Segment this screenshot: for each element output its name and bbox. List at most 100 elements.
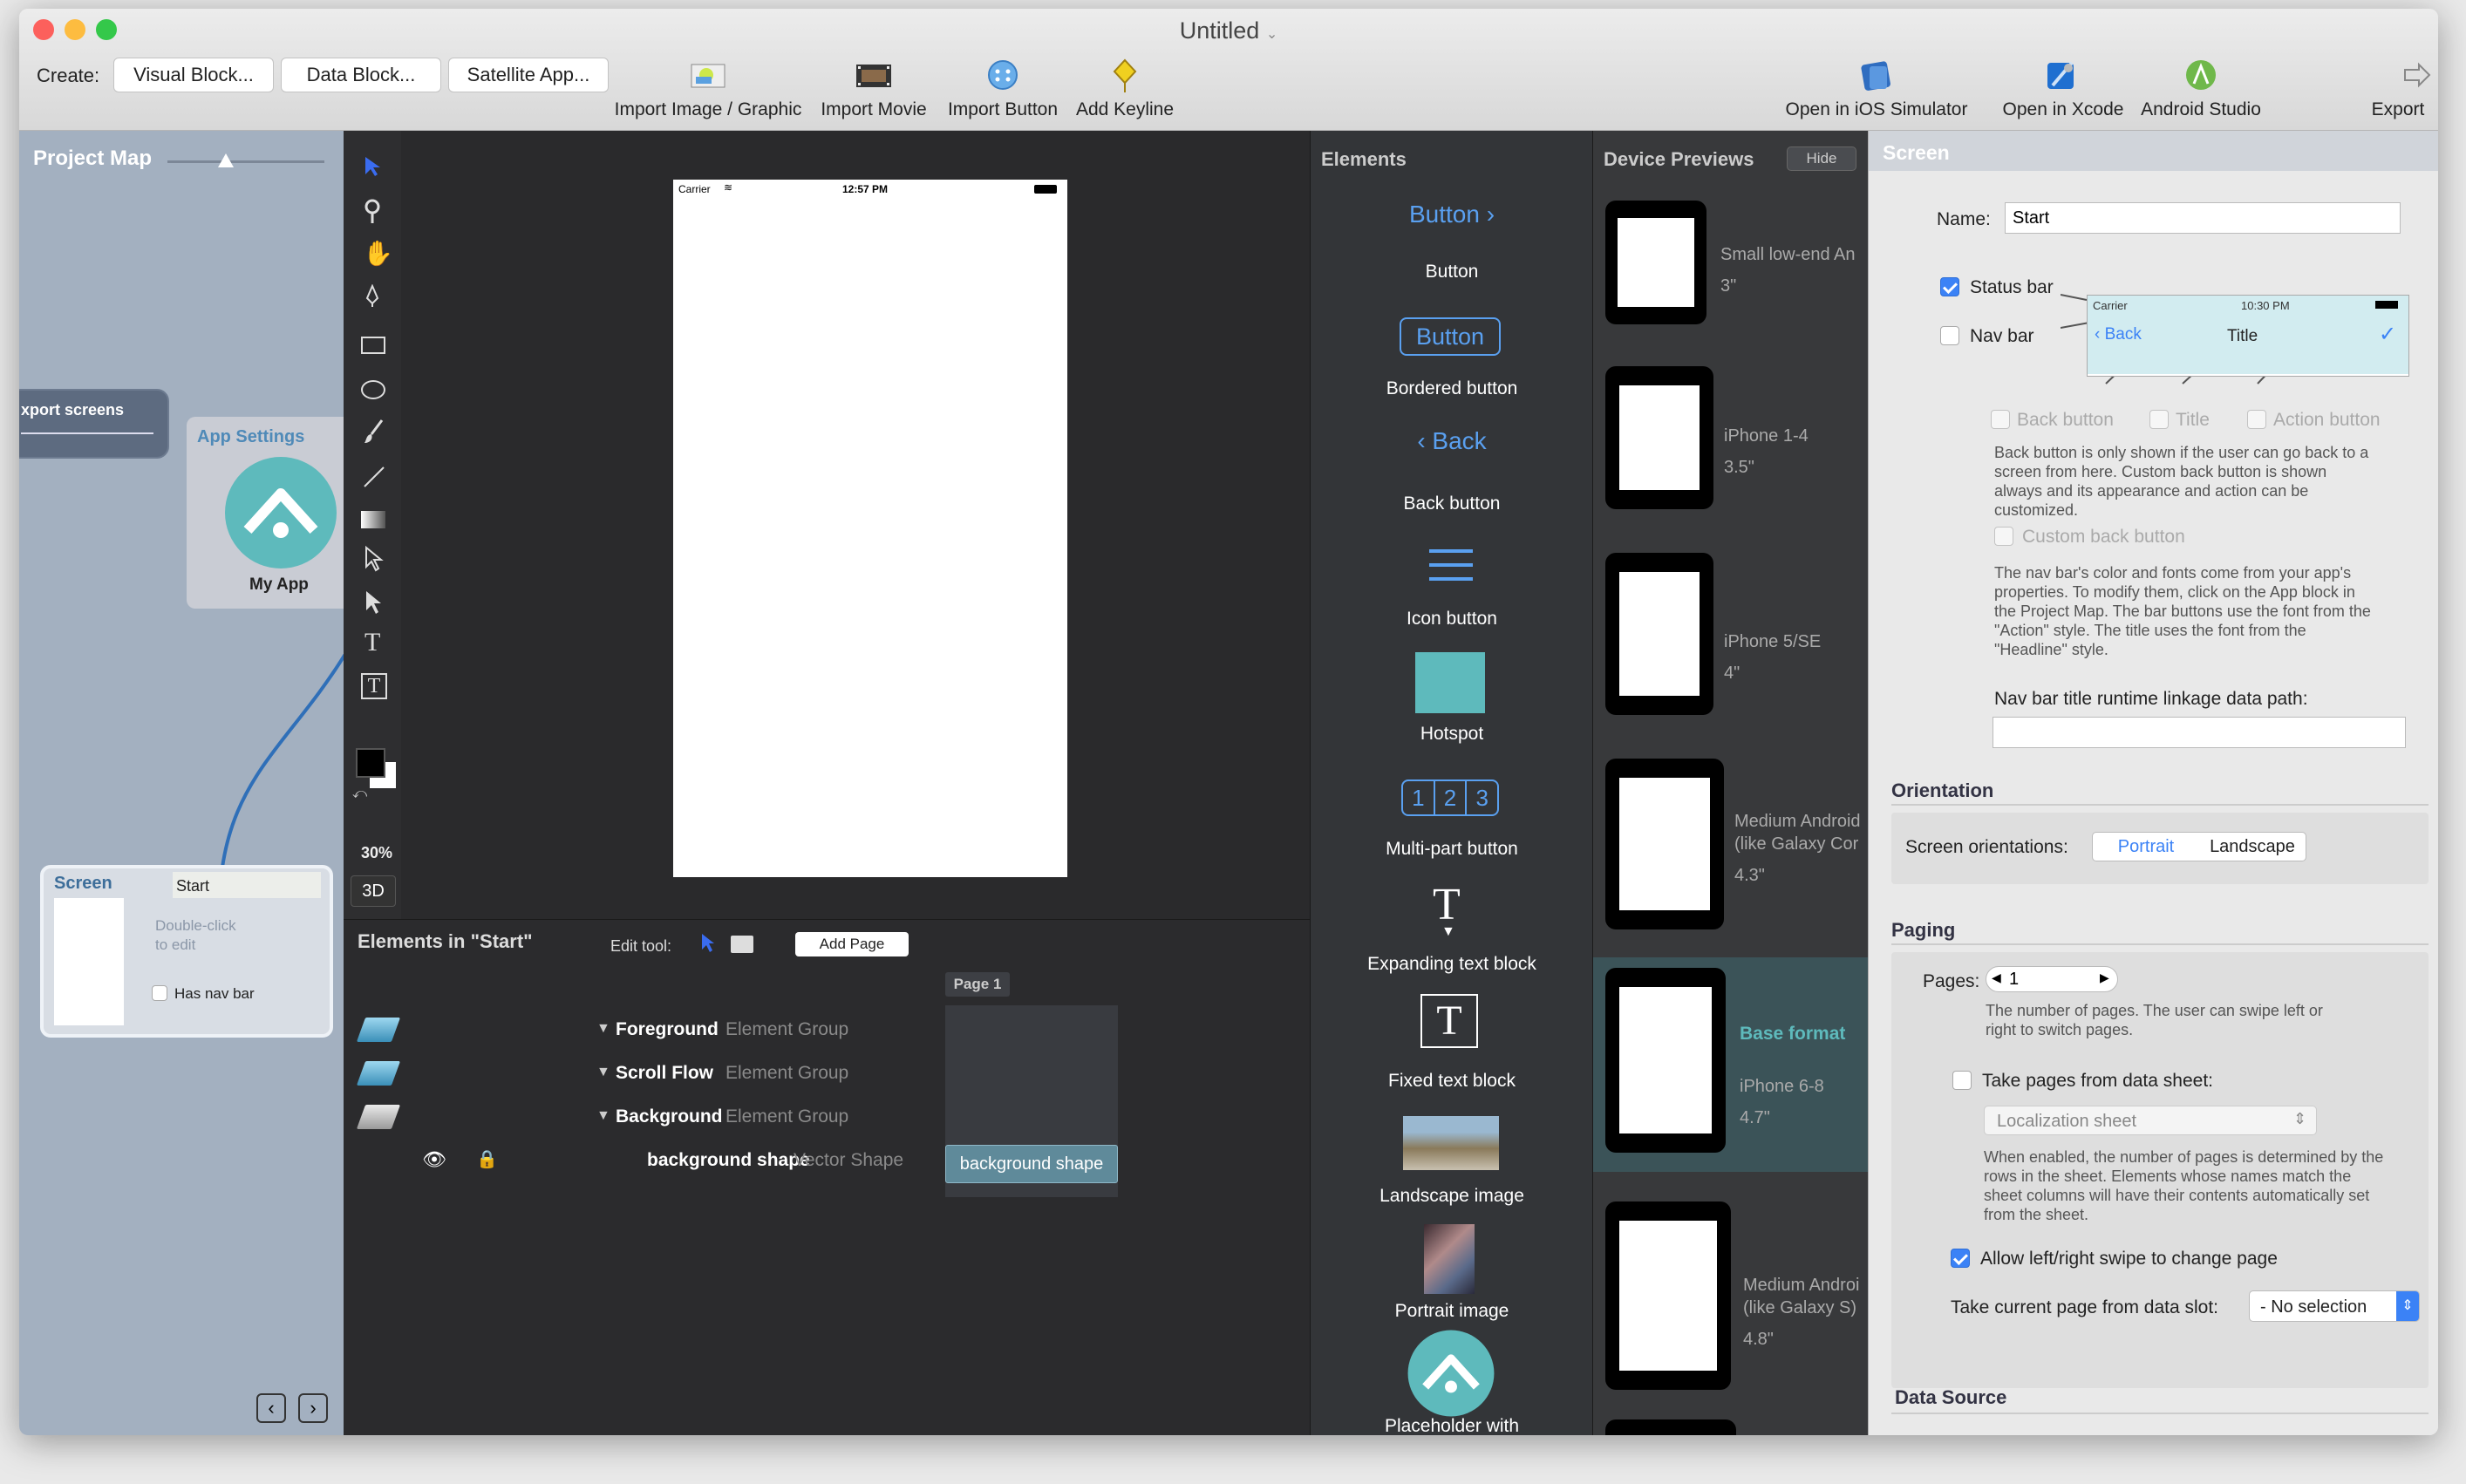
hotspot-label[interactable]: Hotspot bbox=[1311, 724, 1593, 745]
selected-element-chip[interactable]: background shape bbox=[945, 1145, 1118, 1183]
ellipse-tool-icon[interactable] bbox=[361, 380, 385, 399]
clapper-icon[interactable] bbox=[731, 936, 753, 953]
table-row[interactable]: 👁 🔒 background shape Vector Shape bbox=[396, 1148, 937, 1174]
title-checkbox[interactable] bbox=[2149, 410, 2169, 429]
project-map-panel[interactable]: Project Map xport screens App Settings M… bbox=[19, 131, 352, 1435]
page-1-header[interactable]: Page 1 bbox=[945, 972, 1010, 997]
export-screens-block[interactable] bbox=[19, 389, 169, 459]
device-preview[interactable] bbox=[1605, 201, 1706, 324]
placeholder-logo-icon[interactable] bbox=[1407, 1329, 1495, 1418]
allow-swipe-checkbox[interactable] bbox=[1951, 1249, 1970, 1268]
direct-select-icon[interactable] bbox=[363, 546, 385, 574]
device-preview[interactable] bbox=[1605, 553, 1713, 715]
custom-back-checkbox[interactable] bbox=[1994, 527, 2013, 546]
import-image-label[interactable]: Import Image / Graphic bbox=[615, 99, 802, 120]
multi-part-button-preview[interactable]: 1 2 3 bbox=[1401, 779, 1499, 816]
android-studio-icon[interactable] bbox=[2182, 58, 2220, 92]
button-preview[interactable]: Button › bbox=[1311, 201, 1593, 228]
chevron-right-icon[interactable]: › bbox=[298, 1393, 328, 1423]
data-slot-select[interactable]: - No selection ⇕ bbox=[2249, 1290, 2420, 1322]
add-page-button[interactable]: Add Page bbox=[795, 932, 909, 956]
bordered-button-label[interactable]: Bordered button bbox=[1311, 378, 1593, 399]
button-element-label[interactable]: Button bbox=[1311, 262, 1593, 283]
select-arrow-icon[interactable] bbox=[363, 155, 382, 178]
foreground-color-swatch[interactable] bbox=[356, 748, 385, 778]
brush-tool-icon[interactable] bbox=[363, 419, 385, 445]
stepper-right-icon[interactable]: ▶ bbox=[2100, 970, 2109, 985]
text-tool-icon[interactable]: T bbox=[364, 628, 380, 657]
action-button-checkbox[interactable] bbox=[2247, 410, 2266, 429]
hide-previews-button[interactable]: Hide bbox=[1787, 146, 1856, 171]
hotspot-preview[interactable] bbox=[1415, 652, 1485, 713]
hamburger-menu-icon[interactable] bbox=[1427, 546, 1475, 584]
landscape-image-thumb[interactable] bbox=[1403, 1116, 1499, 1170]
expanding-text-label[interactable]: Expanding text block bbox=[1311, 954, 1593, 975]
zoom-level[interactable]: 30% bbox=[361, 844, 392, 862]
node-select-icon[interactable] bbox=[363, 589, 385, 617]
localization-sheet-select[interactable]: Localization sheet ⇕ bbox=[1984, 1106, 2317, 1135]
up-down-chevron-icon[interactable]: ⇕ bbox=[2396, 1291, 2419, 1321]
back-button-preview[interactable]: ‹ Back bbox=[1311, 427, 1593, 455]
disclosure-triangle-icon[interactable]: ▼ bbox=[596, 1065, 610, 1080]
phone-screen-preview[interactable]: Carrier ≋ 12:57 PM bbox=[673, 180, 1067, 877]
status-bar-checkbox[interactable] bbox=[1940, 277, 1959, 296]
nav-bar-checkbox[interactable] bbox=[1940, 326, 1959, 345]
disclosure-triangle-icon[interactable]: ▼ bbox=[596, 1021, 610, 1037]
text-box-tool-icon[interactable]: T bbox=[361, 673, 387, 699]
back-button-checkbox[interactable] bbox=[1991, 410, 2010, 429]
eye-icon[interactable]: 👁 bbox=[422, 1148, 446, 1171]
ios-simulator-icon[interactable] bbox=[1857, 58, 1896, 92]
landscape-option[interactable]: Landscape bbox=[2199, 833, 2306, 861]
satellite-app-button[interactable]: Satellite App... bbox=[448, 58, 609, 92]
add-keyline-label[interactable]: Add Keyline bbox=[1076, 99, 1174, 120]
window-title[interactable]: Untitled ⌄ bbox=[19, 17, 2438, 44]
portrait-image-thumb[interactable] bbox=[1424, 1224, 1475, 1294]
film-icon[interactable] bbox=[855, 58, 893, 92]
orientation-segmented-control[interactable]: Portrait Landscape bbox=[2092, 832, 2306, 861]
3d-view-button[interactable]: 3D bbox=[351, 875, 396, 907]
fixed-text-icon[interactable]: T bbox=[1420, 994, 1478, 1048]
zoom-tool-icon[interactable] bbox=[363, 199, 382, 225]
line-tool-icon[interactable] bbox=[363, 466, 385, 488]
import-button-label[interactable]: Import Button bbox=[948, 99, 1058, 120]
hand-tool-icon[interactable]: ✋ bbox=[363, 239, 393, 268]
nav-path-input[interactable] bbox=[1993, 717, 2406, 748]
device-preview[interactable] bbox=[1605, 1201, 1731, 1390]
import-movie-label[interactable]: Import Movie bbox=[821, 99, 926, 120]
landscape-image-label[interactable]: Landscape image bbox=[1311, 1186, 1593, 1207]
android-studio-label[interactable]: Android Studio bbox=[2141, 99, 2261, 120]
placeholder-label[interactable]: Placeholder with bbox=[1311, 1416, 1593, 1435]
device-preview[interactable] bbox=[1605, 1419, 1736, 1435]
export-arrow-icon[interactable] bbox=[2398, 58, 2436, 92]
portrait-image-label[interactable]: Portrait image bbox=[1311, 1301, 1593, 1322]
bordered-button-preview[interactable]: Button bbox=[1400, 317, 1501, 356]
stepper-left-icon[interactable]: ◀ bbox=[1992, 970, 2001, 985]
slider-thumb[interactable] bbox=[218, 153, 234, 167]
has-nav-bar-checkbox[interactable] bbox=[152, 985, 167, 1001]
table-row[interactable]: ▼ Scroll Flow Element Group bbox=[596, 1061, 928, 1087]
portrait-option[interactable]: Portrait bbox=[2093, 833, 2199, 861]
take-pages-checkbox[interactable] bbox=[1952, 1071, 1972, 1090]
map-zoom-slider[interactable] bbox=[167, 160, 324, 163]
import-image-icon[interactable] bbox=[689, 58, 727, 92]
pen-tool-icon[interactable] bbox=[364, 284, 380, 309]
visual-block-button[interactable]: Visual Block... bbox=[113, 58, 274, 92]
screen-name-input[interactable] bbox=[2005, 202, 2401, 234]
open-ios-simulator-label[interactable]: Open in iOS Simulator bbox=[1786, 99, 1968, 120]
disclosure-triangle-icon[interactable]: ▼ bbox=[596, 1108, 610, 1124]
swap-colors-icon[interactable]: ⤺ bbox=[352, 786, 367, 802]
edit-select-icon[interactable] bbox=[699, 932, 715, 955]
keyline-icon[interactable] bbox=[1106, 58, 1144, 92]
expanding-text-icon[interactable]: T bbox=[1433, 879, 1461, 930]
multi-part-button-label[interactable]: Multi-part button bbox=[1311, 839, 1593, 860]
rectangle-tool-icon[interactable] bbox=[361, 337, 385, 354]
xcode-icon[interactable] bbox=[2042, 58, 2081, 92]
chevron-left-icon[interactable]: ‹ bbox=[256, 1393, 286, 1423]
gradient-tool-icon[interactable] bbox=[361, 511, 385, 528]
fixed-text-label[interactable]: Fixed text block bbox=[1311, 1071, 1593, 1092]
data-block-button[interactable]: Data Block... bbox=[281, 58, 441, 92]
import-button-icon[interactable] bbox=[984, 58, 1022, 92]
table-row[interactable]: ▼ Background Element Group bbox=[596, 1105, 928, 1131]
device-preview[interactable] bbox=[1605, 759, 1724, 929]
device-preview[interactable] bbox=[1605, 366, 1713, 509]
